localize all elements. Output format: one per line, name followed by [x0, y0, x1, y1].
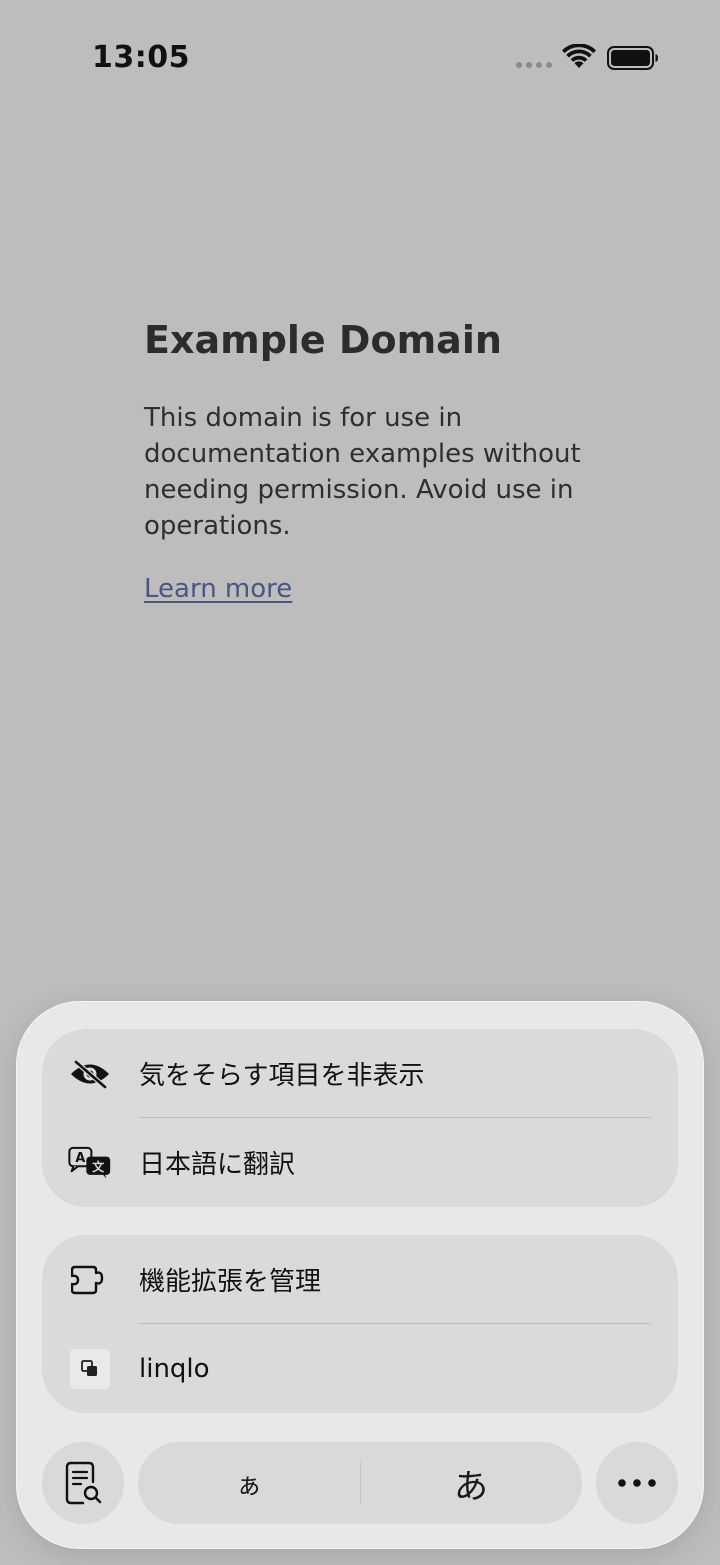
ellipsis-icon [618, 1479, 656, 1487]
svg-text:文: 文 [92, 1159, 104, 1173]
learn-more-link[interactable]: Learn more [144, 574, 292, 604]
page-heading: Example Domain [144, 318, 502, 362]
hide-distracting-items-item[interactable]: 気をそらす項目を非表示 [42, 1029, 678, 1118]
translate-icon: A 文 [68, 1141, 112, 1185]
linqlo-extension-icon [68, 1347, 112, 1391]
translate-label: 日本語に翻訳 [139, 1150, 296, 1180]
page-body-text: This domain is for use in documentation … [144, 403, 581, 541]
web-content: Example Domain This domain is for use in… [144, 312, 604, 604]
svg-text:A: A [75, 1151, 85, 1166]
reader-search-icon [65, 1461, 102, 1505]
page-menu-sheet: 気をそらす項目を非表示 A 文 日本語に翻訳 機能拡張を管理 linqlo ぁ … [16, 1001, 704, 1549]
menu-group-extensions: 機能拡張を管理 linqlo [42, 1235, 678, 1413]
eye-slash-icon [68, 1052, 112, 1096]
reader-button[interactable] [42, 1442, 124, 1524]
text-size-control: ぁ あ [138, 1442, 582, 1524]
increase-text-size-button[interactable]: あ [360, 1442, 582, 1524]
manage-extensions-item[interactable]: 機能拡張を管理 [42, 1235, 678, 1324]
status-time: 13:05 [92, 40, 190, 75]
battery-icon [607, 46, 658, 70]
status-bar: 13:05 [0, 0, 720, 120]
wifi-icon [562, 44, 596, 68]
menu-bottom-bar: ぁ あ [42, 1442, 678, 1524]
menu-group-page-tools: 気をそらす項目を非表示 A 文 日本語に翻訳 [42, 1029, 678, 1207]
linqlo-extension-label: linqlo [139, 1353, 210, 1384]
manage-extensions-label: 機能拡張を管理 [139, 1267, 322, 1297]
puzzle-icon [68, 1258, 112, 1302]
cellular-signal-icon [516, 62, 552, 70]
more-button[interactable] [596, 1442, 678, 1524]
decrease-text-size-button[interactable]: ぁ [138, 1442, 360, 1524]
hide-distracting-items-label: 気をそらす項目を非表示 [139, 1061, 425, 1091]
linqlo-extension-item[interactable]: linqlo [42, 1324, 678, 1413]
translate-item[interactable]: A 文 日本語に翻訳 [42, 1118, 678, 1207]
